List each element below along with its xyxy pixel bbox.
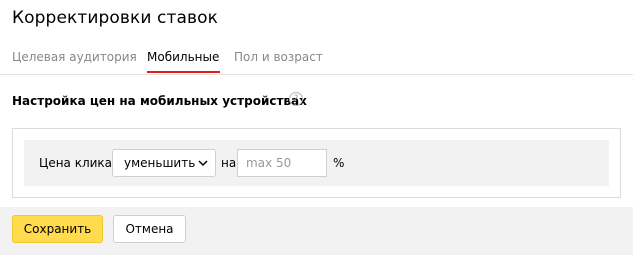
adjustment-direction-select[interactable]: уменьшить	[112, 149, 216, 177]
cancel-button[interactable]: Отмена	[113, 215, 186, 243]
tab-target-audience[interactable]: Целевая аудитория	[12, 50, 137, 64]
mobile-bid-settings-panel: Цена клика уменьшить на %	[12, 128, 621, 198]
click-price-label: Цена клика	[39, 156, 113, 170]
tab-mobile[interactable]: Мобильные	[147, 50, 219, 64]
tabs-divider	[0, 74, 633, 75]
tabs-bar: Целевая аудитория Мобильные Пол и возрас…	[0, 44, 633, 75]
save-button[interactable]: Сохранить	[12, 215, 103, 243]
page-title: Корректировки ставок	[12, 8, 219, 28]
question-icon[interactable]: ?	[289, 92, 303, 106]
adjustment-direction-value: уменьшить	[124, 156, 196, 170]
preposition-label: на	[221, 156, 237, 170]
active-tab-indicator	[147, 71, 220, 73]
percent-amount-input[interactable]	[237, 149, 327, 177]
section-title: Настройка цен на мобильных устройствах	[12, 94, 307, 108]
tab-gender-age[interactable]: Пол и возраст	[234, 50, 323, 64]
footer-bar: Сохранить Отмена	[0, 207, 633, 255]
percent-unit-label: %	[333, 156, 345, 170]
bid-adjustment-row: Цена клика уменьшить на %	[24, 140, 609, 186]
chevron-down-icon	[198, 160, 208, 167]
